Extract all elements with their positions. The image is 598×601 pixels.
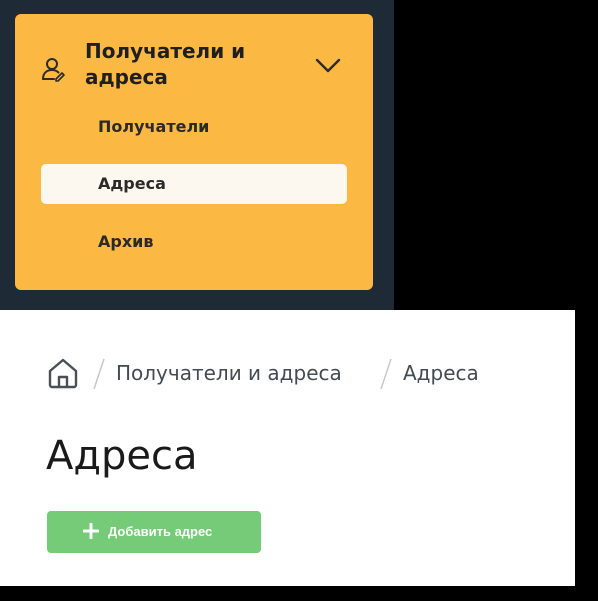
sidebar-item-label: Адреса	[98, 174, 166, 193]
breadcrumb-item-addresses: Адреса	[403, 361, 479, 385]
plus-icon	[83, 523, 99, 539]
sidebar-item-recipients[interactable]: Получатели	[41, 107, 347, 147]
main-content: Получатели и адреса Адреса Адреса Добави…	[0, 310, 575, 586]
sidebar-group-title: Получатели и адреса	[85, 39, 246, 89]
add-address-button[interactable]: Добавить адрес	[47, 511, 261, 553]
add-address-label: Добавить адрес	[108, 524, 213, 539]
home-icon[interactable]	[46, 356, 80, 390]
breadcrumb-item-recipients-addresses[interactable]: Получатели и адреса	[116, 358, 342, 388]
sidebar: Получатели и адреса Получатели Адреса Ар…	[0, 0, 394, 310]
sidebar-group-card: Получатели и адреса Получатели Адреса Ар…	[15, 14, 373, 290]
page-title: Адреса	[46, 433, 198, 479]
sidebar-item-archive[interactable]: Архив	[41, 222, 347, 262]
sidebar-group-recipients-addresses[interactable]: Получатели и адреса	[15, 14, 373, 104]
breadcrumb-separator	[93, 358, 105, 390]
sidebar-item-label: Архив	[98, 232, 154, 251]
user-icon	[42, 58, 65, 82]
sidebar-item-addresses[interactable]: Адреса	[41, 164, 347, 204]
sidebar-item-label: Получатели	[98, 117, 210, 136]
breadcrumb-separator	[380, 358, 392, 390]
chevron-down-icon[interactable]	[314, 56, 342, 76]
